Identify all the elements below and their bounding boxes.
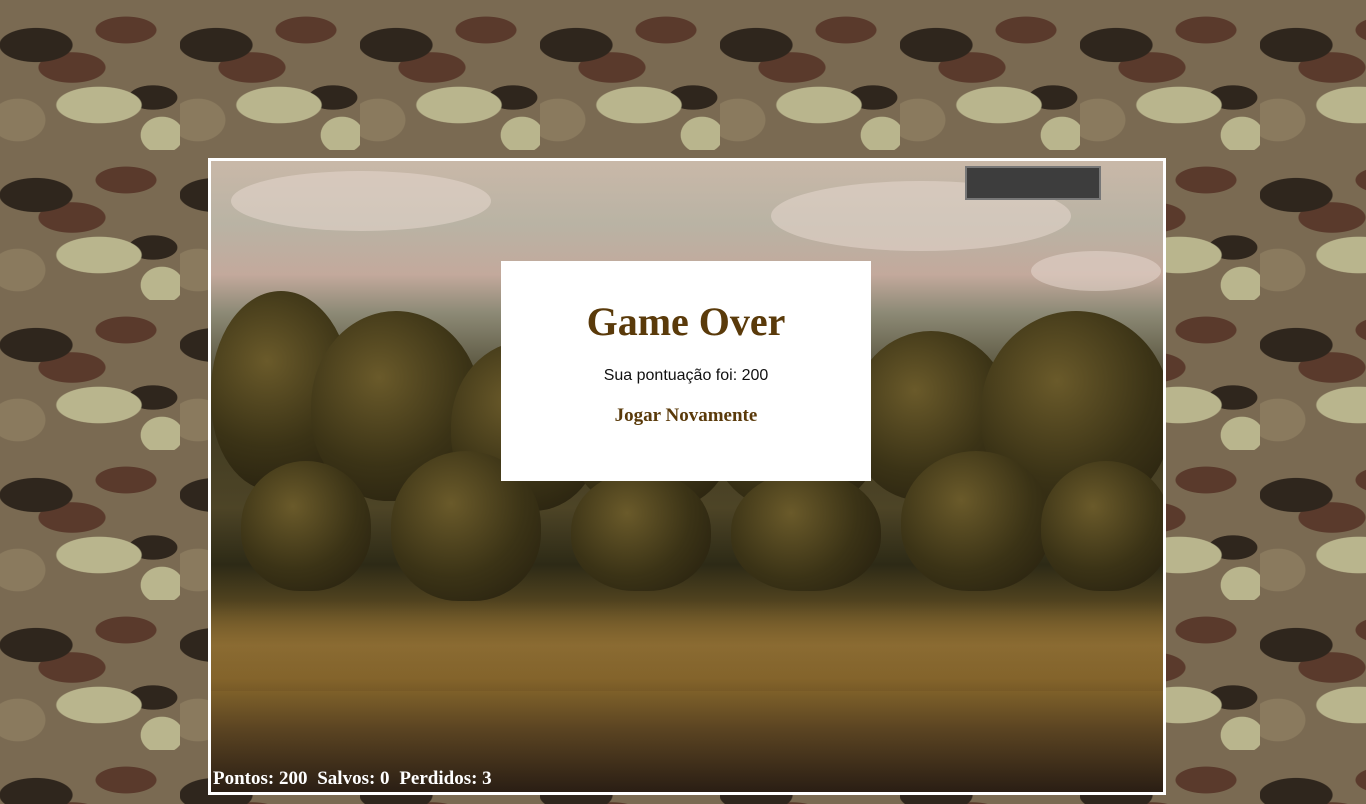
final-score-text: Sua pontuação foi: 200 xyxy=(603,367,769,384)
game-canvas[interactable]: Game Over Sua pontuação foi: 200 Jogar N… xyxy=(208,158,1166,795)
play-again-button[interactable]: Jogar Novamente xyxy=(615,405,758,427)
status-bar: Pontos: 200 Salvos: 0 Perdidos: 3 xyxy=(213,768,492,790)
hud-panel xyxy=(965,166,1101,200)
grass-field xyxy=(211,601,1163,691)
lost-counter: Perdidos: 3 xyxy=(399,768,492,789)
points-counter: Pontos: 200 xyxy=(213,768,308,789)
game-over-dialog: Game Over Sua pontuação foi: 200 Jogar N… xyxy=(501,261,871,481)
cloud xyxy=(231,171,491,231)
saved-counter: Salvos: 0 xyxy=(317,768,390,789)
game-over-title: Game Over xyxy=(586,299,786,344)
